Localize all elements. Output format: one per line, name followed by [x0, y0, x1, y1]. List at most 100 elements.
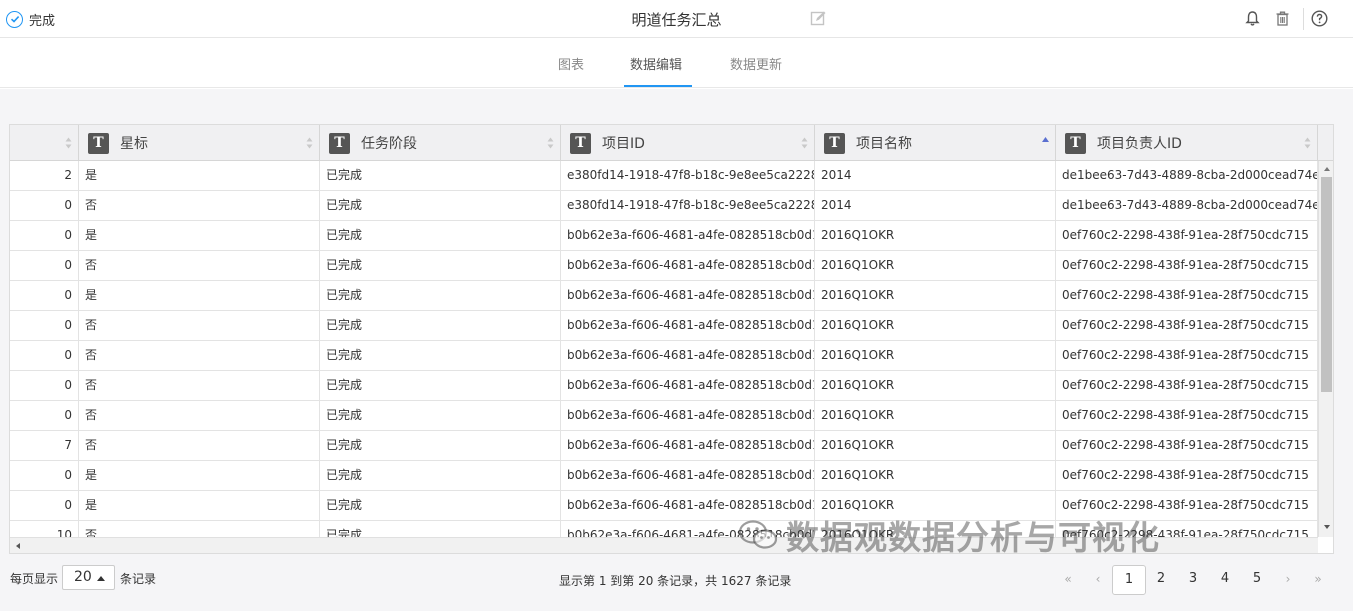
cell-project-owner-id[interactable]: 0ef760c2-2298-438f-91ea-28f750cdc715: [1056, 311, 1318, 341]
column-header-project-owner-id[interactable]: T 项目负责人ID: [1056, 125, 1318, 161]
cell-project-owner-id[interactable]: 0ef760c2-2298-438f-91ea-28f750cdc715: [1056, 221, 1318, 251]
cell-project-owner-id[interactable]: 0ef760c2-2298-438f-91ea-28f750cdc715: [1056, 431, 1318, 461]
cell-row-index[interactable]: 0: [10, 341, 79, 371]
cell-task-stage[interactable]: 已完成: [320, 311, 561, 341]
cell-row-index[interactable]: 2: [10, 161, 79, 191]
cell-project-owner-id[interactable]: de1bee63-7d43-4889-8cba-2d000cead74e: [1056, 161, 1318, 191]
per-page-select[interactable]: 20: [62, 565, 115, 590]
cell-star[interactable]: 是: [79, 221, 320, 251]
cell-project-id[interactable]: b0b62e3a-f606-4681-a4fe-0828518cb0d1: [561, 221, 815, 251]
cell-project-name[interactable]: 2016Q1OKR: [815, 371, 1056, 401]
table-row[interactable]: 7 否已完成 b0b62e3a-f606-4681-a4fe-0828518cb0d…: [10, 431, 1318, 461]
cell-task-stage[interactable]: 已完成: [320, 281, 561, 311]
cell-task-stage[interactable]: 已完成: [320, 341, 561, 371]
cell-star[interactable]: 否: [79, 521, 320, 537]
sort-icon[interactable]: [1304, 136, 1311, 150]
cell-project-name[interactable]: 2016Q1OKR: [815, 311, 1056, 341]
cell-project-name[interactable]: 2014: [815, 191, 1056, 221]
cell-row-index[interactable]: 0: [10, 491, 79, 521]
scroll-up-arrow-icon[interactable]: [1322, 164, 1332, 174]
cell-star[interactable]: 否: [79, 191, 320, 221]
help-icon[interactable]: [1311, 10, 1328, 27]
table-row[interactable]: 0 是已完成 b0b62e3a-f606-4681-a4fe-0828518cb0d…: [10, 281, 1318, 311]
sort-icon[interactable]: [801, 136, 808, 150]
cell-project-name[interactable]: 2016Q1OKR: [815, 491, 1056, 521]
cell-row-index[interactable]: 10: [10, 521, 79, 537]
prev-page-button[interactable]: ‹: [1086, 565, 1110, 595]
cell-project-name[interactable]: 2016Q1OKR: [815, 221, 1056, 251]
column-header-row-index[interactable]: [10, 125, 79, 161]
column-header-project-id[interactable]: T 项目ID: [561, 125, 815, 161]
cell-project-id[interactable]: b0b62e3a-f606-4681-a4fe-0828518cb0d1: [561, 431, 815, 461]
page-button-2[interactable]: 2: [1149, 565, 1173, 595]
cell-star[interactable]: 否: [79, 311, 320, 341]
table-row[interactable]: 0 否已完成 b0b62e3a-f606-4681-a4fe-0828518cb0d…: [10, 341, 1318, 371]
cell-task-stage[interactable]: 已完成: [320, 161, 561, 191]
column-header-star[interactable]: T 星标: [79, 125, 320, 161]
sort-icon[interactable]: [306, 136, 313, 150]
table-row[interactable]: 0 否已完成 b0b62e3a-f606-4681-a4fe-0828518cb0d…: [10, 311, 1318, 341]
column-header-task-stage[interactable]: T 任务阶段: [320, 125, 561, 161]
trash-icon[interactable]: [1274, 10, 1291, 27]
table-row[interactable]: 0 否已完成 e380fd14-1918-47f8-b18c-9e8ee5ca222…: [10, 191, 1318, 221]
scroll-left-arrow-icon[interactable]: [13, 541, 23, 551]
cell-star[interactable]: 否: [79, 341, 320, 371]
cell-project-id[interactable]: b0b62e3a-f606-4681-a4fe-0828518cb0d1: [561, 401, 815, 431]
cell-star[interactable]: 是: [79, 461, 320, 491]
tab-data-edit[interactable]: 数据编辑: [630, 54, 682, 73]
cell-project-id[interactable]: b0b62e3a-f606-4681-a4fe-0828518cb0d1: [561, 281, 815, 311]
cell-project-id[interactable]: b0b62e3a-f606-4681-a4fe-0828518cb0d1: [561, 461, 815, 491]
cell-row-index[interactable]: 0: [10, 311, 79, 341]
table-row[interactable]: 0 否已完成 b0b62e3a-f606-4681-a4fe-0828518cb0d…: [10, 401, 1318, 431]
cell-project-owner-id[interactable]: 0ef760c2-2298-438f-91ea-28f750cdc715: [1056, 491, 1318, 521]
cell-project-id[interactable]: b0b62e3a-f606-4681-a4fe-0828518cb0d1: [561, 491, 815, 521]
cell-row-index[interactable]: 0: [10, 251, 79, 281]
cell-project-owner-id[interactable]: 0ef760c2-2298-438f-91ea-28f750cdc715: [1056, 461, 1318, 491]
cell-star[interactable]: 是: [79, 491, 320, 521]
tab-chart[interactable]: 图表: [558, 54, 584, 73]
sort-icon[interactable]: [65, 136, 72, 150]
cell-project-id[interactable]: b0b62e3a-f606-4681-a4fe-0828518cb0d1: [561, 521, 815, 537]
cell-row-index[interactable]: 0: [10, 371, 79, 401]
cell-project-name[interactable]: 2016Q1OKR: [815, 251, 1056, 281]
cell-row-index[interactable]: 0: [10, 221, 79, 251]
table-row[interactable]: 2 是已完成 e380fd14-1918-47f8-b18c-9e8ee5ca222…: [10, 161, 1318, 191]
vertical-scrollbar[interactable]: [1318, 161, 1333, 537]
cell-project-owner-id[interactable]: 0ef760c2-2298-438f-91ea-28f750cdc715: [1056, 521, 1318, 537]
cell-project-owner-id[interactable]: 0ef760c2-2298-438f-91ea-28f750cdc715: [1056, 341, 1318, 371]
cell-project-owner-id[interactable]: 0ef760c2-2298-438f-91ea-28f750cdc715: [1056, 251, 1318, 281]
cell-project-name[interactable]: 2016Q1OKR: [815, 401, 1056, 431]
cell-task-stage[interactable]: 已完成: [320, 401, 561, 431]
cell-star[interactable]: 否: [79, 431, 320, 461]
horizontal-scrollbar[interactable]: [10, 537, 1318, 553]
first-page-button[interactable]: «: [1056, 565, 1080, 595]
cell-row-index[interactable]: 0: [10, 281, 79, 311]
table-row[interactable]: 0 是已完成 b0b62e3a-f606-4681-a4fe-0828518cb0d…: [10, 491, 1318, 521]
cell-project-owner-id[interactable]: 0ef760c2-2298-438f-91ea-28f750cdc715: [1056, 371, 1318, 401]
page-button-4[interactable]: 4: [1213, 565, 1237, 595]
cell-task-stage[interactable]: 已完成: [320, 371, 561, 401]
cell-project-id[interactable]: e380fd14-1918-47f8-b18c-9e8ee5ca2228: [561, 191, 815, 221]
cell-row-index[interactable]: 7: [10, 431, 79, 461]
cell-project-id[interactable]: e380fd14-1918-47f8-b18c-9e8ee5ca2228: [561, 161, 815, 191]
tab-data-update[interactable]: 数据更新: [730, 54, 782, 73]
edit-icon[interactable]: [810, 10, 827, 27]
done-button[interactable]: 完成: [6, 9, 55, 29]
cell-row-index[interactable]: 0: [10, 461, 79, 491]
cell-task-stage[interactable]: 已完成: [320, 191, 561, 221]
table-row[interactable]: 0 是已完成 b0b62e3a-f606-4681-a4fe-0828518cb0d…: [10, 221, 1318, 251]
cell-row-index[interactable]: 0: [10, 401, 79, 431]
cell-task-stage[interactable]: 已完成: [320, 461, 561, 491]
cell-star[interactable]: 是: [79, 281, 320, 311]
cell-star[interactable]: 否: [79, 401, 320, 431]
cell-project-name[interactable]: 2014: [815, 161, 1056, 191]
next-page-button[interactable]: ›: [1276, 565, 1300, 595]
table-row[interactable]: 0 否已完成 b0b62e3a-f606-4681-a4fe-0828518cb0d…: [10, 371, 1318, 401]
table-row[interactable]: 10 否已完成 b0b62e3a-f606-4681-a4fe-0828518cb0…: [10, 521, 1318, 537]
scroll-down-arrow-icon[interactable]: [1322, 522, 1332, 532]
table-row[interactable]: 0 否已完成 b0b62e3a-f606-4681-a4fe-0828518cb0d…: [10, 251, 1318, 281]
cell-star[interactable]: 否: [79, 371, 320, 401]
cell-project-name[interactable]: 2016Q1OKR: [815, 521, 1056, 537]
cell-star[interactable]: 是: [79, 161, 320, 191]
cell-project-id[interactable]: b0b62e3a-f606-4681-a4fe-0828518cb0d1: [561, 251, 815, 281]
